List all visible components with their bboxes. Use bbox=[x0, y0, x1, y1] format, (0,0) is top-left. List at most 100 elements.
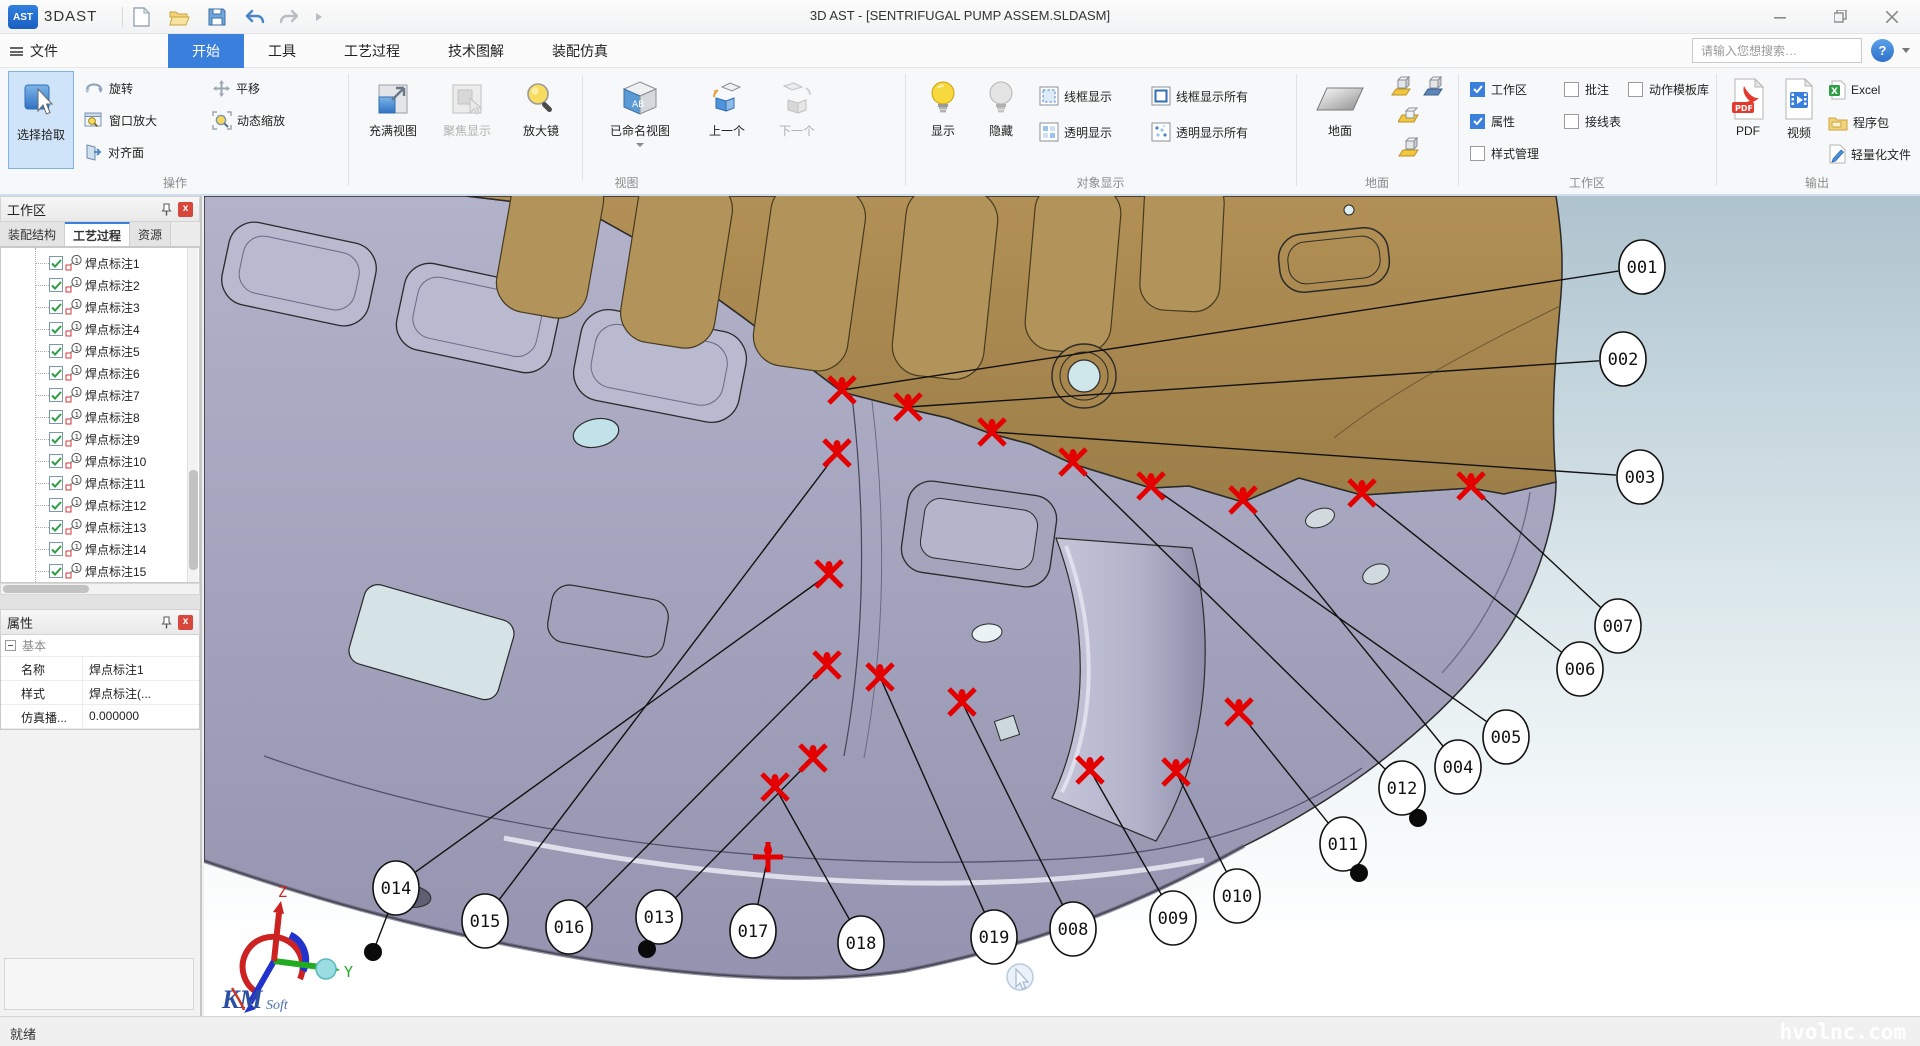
tree-item-焊点标注7[interactable]: 1焊点标注7 bbox=[1, 384, 200, 406]
tree-checkbox[interactable] bbox=[49, 322, 63, 336]
tree-checkbox[interactable] bbox=[49, 564, 63, 578]
wireframe-button[interactable]: 线框显示 bbox=[1039, 84, 1112, 108]
menu-tab-工艺过程[interactable]: 工艺过程 bbox=[320, 34, 424, 68]
export-excel-button[interactable]: X Excel bbox=[1828, 78, 1880, 102]
ground-style-1-button[interactable] bbox=[1390, 74, 1414, 98]
search-input[interactable] bbox=[1693, 44, 1860, 58]
restore-button[interactable] bbox=[1820, 0, 1860, 33]
focus-display-button[interactable]: 聚焦显示 bbox=[432, 80, 502, 139]
balloon-016[interactable]: 016 bbox=[546, 900, 592, 954]
properties-panel-close-icon[interactable]: x bbox=[178, 615, 193, 630]
tree-checkbox[interactable] bbox=[49, 520, 63, 534]
workspace-tab-装配结构[interactable]: 装配结构 bbox=[0, 222, 65, 246]
named-views-caret[interactable] bbox=[636, 143, 644, 147]
tree-checkbox[interactable] bbox=[49, 454, 63, 468]
balloon-017[interactable]: 017 bbox=[730, 904, 776, 958]
balloon-007[interactable]: 007 bbox=[1595, 599, 1641, 653]
tree-item-焊点标注13[interactable]: 1焊点标注13 bbox=[1, 516, 200, 538]
tree-item-焊点标注5[interactable]: 1焊点标注5 bbox=[1, 340, 200, 362]
panel-splitter[interactable] bbox=[0, 595, 200, 609]
minimize-button[interactable] bbox=[1760, 0, 1800, 33]
tree-checkbox[interactable] bbox=[49, 344, 63, 358]
tree-checkbox[interactable] bbox=[49, 256, 63, 270]
tree-item-焊点标注8[interactable]: 1焊点标注8 bbox=[1, 406, 200, 428]
help-button[interactable]: ? bbox=[1871, 39, 1894, 62]
tree-checkbox[interactable] bbox=[49, 432, 63, 446]
magnifier-button[interactable]: 放大镜 bbox=[506, 80, 576, 139]
pin-icon[interactable] bbox=[159, 615, 174, 630]
help-dropdown-caret[interactable] bbox=[1902, 48, 1910, 53]
tree-item-焊点标注12[interactable]: 1焊点标注12 bbox=[1, 494, 200, 516]
balloon-001[interactable]: 001 bbox=[1619, 240, 1665, 294]
tree-horizontal-scrollbar[interactable] bbox=[0, 583, 200, 595]
menu-tab-技术图解[interactable]: 技术图解 bbox=[424, 34, 528, 68]
wireframe-all-button[interactable]: 线框显示所有 bbox=[1151, 84, 1248, 108]
property-row-名称[interactable]: 名称焊点标注1 bbox=[1, 657, 199, 681]
checkbox-接线表[interactable]: 接线表 bbox=[1564, 112, 1621, 130]
checkbox-动作模板库[interactable]: 动作模板库 bbox=[1628, 80, 1709, 98]
tree-hscrollbar-thumb[interactable] bbox=[3, 585, 89, 593]
property-row-仿真播...[interactable]: 仿真播...0.000000 bbox=[1, 705, 199, 729]
ground-style-4-button[interactable] bbox=[1398, 134, 1422, 158]
tree-item-焊点标注1[interactable]: 1焊点标注1 bbox=[1, 252, 200, 274]
transparent-all-button[interactable]: 透明显示所有 bbox=[1151, 120, 1248, 144]
export-package-button[interactable]: 程序包 bbox=[1828, 110, 1889, 134]
tree-vertical-scrollbar[interactable] bbox=[187, 248, 198, 582]
pan-button[interactable]: 平移 bbox=[212, 76, 260, 100]
checkbox-属性[interactable]: 属性 bbox=[1470, 112, 1515, 130]
balloon-002[interactable]: 002 bbox=[1600, 332, 1646, 386]
dynamic-zoom-button[interactable]: 动态缩放 bbox=[212, 108, 285, 132]
fit-view-button[interactable]: 充满视图 bbox=[358, 80, 428, 139]
tree-item-焊点标注15[interactable]: 1焊点标注15 bbox=[1, 560, 200, 582]
balloon-015[interactable]: 015 bbox=[462, 894, 508, 948]
tree-checkbox[interactable] bbox=[49, 388, 63, 402]
menu-tab-工具[interactable]: 工具 bbox=[244, 34, 320, 68]
checkbox-样式管理[interactable]: 样式管理 bbox=[1470, 144, 1539, 162]
balloon-006[interactable]: 006 bbox=[1557, 642, 1603, 696]
export-lightweight-button[interactable]: 轻量化文件 bbox=[1828, 142, 1911, 166]
balloon-014[interactable]: 014 bbox=[373, 861, 419, 915]
balloon-018[interactable]: 018 bbox=[838, 916, 884, 970]
hide-button[interactable]: 隐藏 bbox=[973, 80, 1029, 139]
window-zoom-button[interactable]: 窗口放大 bbox=[84, 108, 157, 132]
tree-item-焊点标注10[interactable]: 1焊点标注10 bbox=[1, 450, 200, 472]
tree-scrollbar-thumb[interactable] bbox=[189, 470, 198, 570]
tree-checkbox[interactable] bbox=[49, 476, 63, 490]
pin-icon[interactable] bbox=[159, 202, 174, 217]
checkbox-工作区[interactable]: 工作区 bbox=[1470, 80, 1527, 98]
tree-checkbox[interactable] bbox=[49, 278, 63, 292]
tree-item-焊点标注6[interactable]: 1焊点标注6 bbox=[1, 362, 200, 384]
checkbox-批注[interactable]: 批注 bbox=[1564, 80, 1609, 98]
balloon-003[interactable]: 003 bbox=[1617, 450, 1663, 504]
export-video-button[interactable]: 视频 bbox=[1776, 78, 1822, 141]
ground-style-3-button[interactable] bbox=[1398, 104, 1422, 128]
ground-style-2-button[interactable] bbox=[1422, 74, 1446, 98]
balloon-004[interactable]: 004 bbox=[1435, 740, 1481, 794]
balloon-005[interactable]: 005 bbox=[1483, 710, 1529, 764]
tree-item-焊点标注3[interactable]: 1焊点标注3 bbox=[1, 296, 200, 318]
viewport-3d[interactable]: 0010020030040050060070080090100110120130… bbox=[204, 196, 1920, 1016]
tree-checkbox[interactable] bbox=[49, 542, 63, 556]
balloon-008[interactable]: 008 bbox=[1050, 902, 1096, 956]
tree-item-焊点标注4[interactable]: 1焊点标注4 bbox=[1, 318, 200, 340]
prev-view-button[interactable]: 上一个 bbox=[694, 80, 760, 139]
workspace-tab-资源[interactable]: 资源 bbox=[130, 222, 171, 246]
menu-file[interactable]: 文件 bbox=[0, 34, 74, 68]
workspace-panel-close-icon[interactable]: x bbox=[178, 202, 193, 217]
tree-checkbox[interactable] bbox=[49, 366, 63, 380]
balloon-010[interactable]: 010 bbox=[1214, 869, 1260, 923]
tree-checkbox[interactable] bbox=[49, 410, 63, 424]
balloon-009[interactable]: 009 bbox=[1150, 891, 1196, 945]
balloon-019[interactable]: 019 bbox=[971, 910, 1017, 964]
next-view-button[interactable]: 下一个 bbox=[764, 80, 830, 139]
named-views-button[interactable]: AB 已命名视图 bbox=[594, 80, 686, 147]
tree-checkbox[interactable] bbox=[49, 300, 63, 314]
menu-tab-开始[interactable]: 开始 bbox=[168, 34, 244, 68]
export-pdf-button[interactable]: PDF PDF bbox=[1724, 78, 1772, 138]
close-button[interactable] bbox=[1872, 0, 1912, 33]
workspace-tab-工艺过程[interactable]: 工艺过程 bbox=[65, 222, 130, 246]
tree-item-焊点标注2[interactable]: 1焊点标注2 bbox=[1, 274, 200, 296]
tree-item-焊点标注9[interactable]: 1焊点标注9 bbox=[1, 428, 200, 450]
balloon-011[interactable]: 011 bbox=[1320, 817, 1366, 871]
tree-item-焊点标注14[interactable]: 1焊点标注14 bbox=[1, 538, 200, 560]
